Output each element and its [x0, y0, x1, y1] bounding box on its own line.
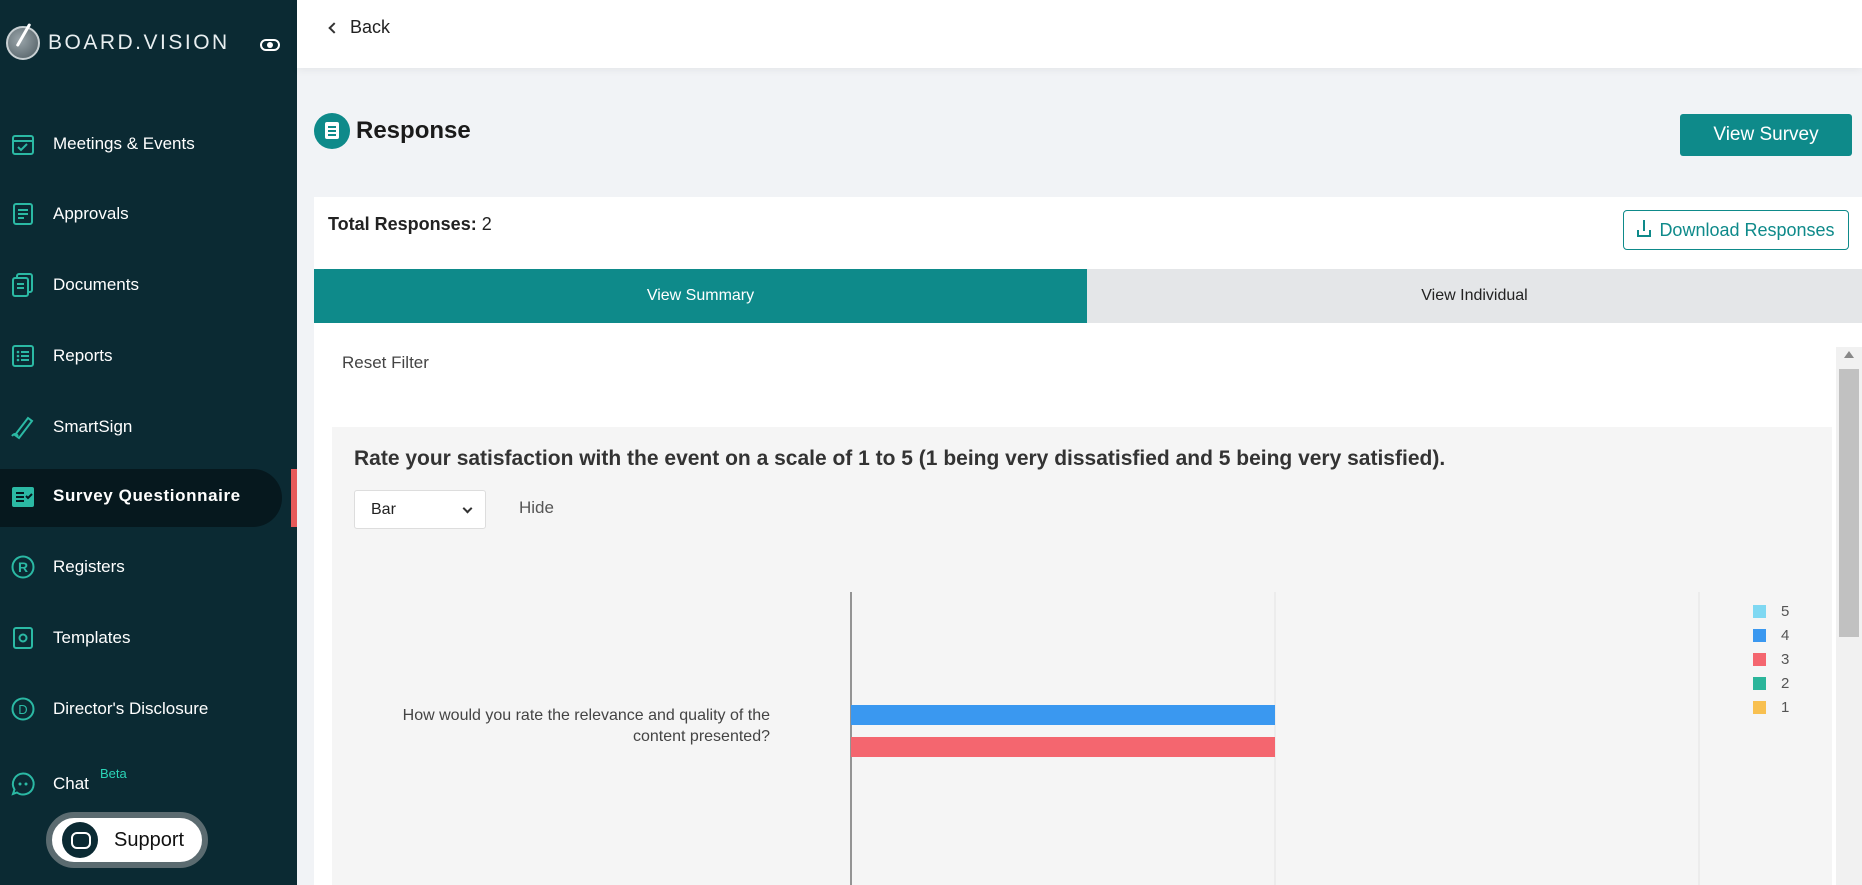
download-responses-button[interactable]: Download Responses	[1623, 210, 1849, 250]
response-card: Total Responses: 2 Download Responses Vi…	[314, 197, 1862, 885]
sidebar-item-directors-disclosure[interactable]: D Director's Disclosure	[0, 681, 297, 737]
view-survey-button[interactable]: View Survey	[1680, 114, 1852, 156]
chat-icon	[11, 772, 35, 796]
sidebar-item-documents[interactable]: Documents	[0, 257, 297, 313]
sidebar-item-registers[interactable]: R Registers	[0, 539, 297, 595]
bar-chart	[850, 592, 1700, 885]
sidebar-item-survey-questionnaire[interactable]: Survey Questionnaire	[0, 467, 297, 527]
legend-item-4[interactable]: 4	[1753, 627, 1789, 644]
question-panel: Rate your satisfaction with the event on…	[332, 427, 1832, 885]
chevron-left-icon	[328, 21, 340, 34]
legend-label: 2	[1781, 675, 1790, 692]
legend-label: 3	[1781, 651, 1790, 668]
support-label: Support	[114, 828, 185, 851]
page-title: Response	[356, 117, 471, 144]
pen-icon	[11, 416, 34, 440]
download-label: Download Responses	[1659, 219, 1835, 240]
support-chat-icon	[62, 822, 98, 858]
legend-swatch	[1753, 677, 1766, 690]
scrollbar[interactable]	[1836, 347, 1862, 885]
total-responses-value: 2	[481, 214, 492, 234]
legend-item-5[interactable]: 5	[1753, 603, 1789, 620]
active-item-marker	[291, 469, 297, 527]
view-tabs: View Summary View Individual	[314, 269, 1862, 323]
legend-label: 5	[1781, 603, 1790, 620]
approvals-icon	[13, 203, 33, 225]
total-responses: Total Responses: 2	[328, 214, 492, 235]
sidebar-item-label: Approvals	[53, 204, 129, 223]
tab-view-summary[interactable]: View Summary	[314, 269, 1087, 323]
sidebar-item-meetings[interactable]: Meetings & Events	[0, 116, 297, 172]
sidebar-item-label: Survey Questionnaire	[53, 486, 241, 505]
legend-item-3[interactable]: 3	[1753, 651, 1789, 668]
sidebar-item-label: Registers	[53, 557, 125, 576]
sidebar-item-label: Chat	[53, 774, 89, 793]
reset-filter-link[interactable]: Reset Filter	[342, 353, 429, 373]
download-icon	[1637, 220, 1652, 237]
legend-label: 1	[1781, 699, 1790, 716]
templates-icon	[13, 627, 33, 649]
legend-label: 4	[1781, 627, 1790, 644]
bar-series-4[interactable]	[851, 705, 1275, 725]
brand[interactable]: BOARD.VISION	[6, 26, 230, 60]
sidebar-item-reports[interactable]: Reports	[0, 328, 297, 384]
response-icon	[314, 113, 350, 149]
sidebar-item-templates[interactable]: Templates	[0, 610, 297, 666]
sidebar-item-label: Reports	[53, 346, 113, 365]
sidebar-item-approvals[interactable]: Approvals	[0, 186, 297, 242]
beta-badge: Beta	[100, 766, 127, 781]
eye-icon[interactable]	[260, 39, 280, 51]
survey-icon	[12, 487, 34, 507]
top-bar: Back	[297, 0, 1862, 68]
sidebar-item-label: Meetings & Events	[53, 134, 195, 153]
sidebar-item-label: SmartSign	[53, 417, 133, 436]
svg-text:D: D	[18, 702, 27, 717]
back-label: Back	[350, 17, 391, 37]
sidebar-item-label: Director's Disclosure	[53, 699, 209, 718]
legend-item-1[interactable]: 1	[1753, 699, 1789, 716]
scrollbar-thumb[interactable]	[1839, 369, 1859, 637]
sidebar: BOARD.VISION Meetings & Events Approvals…	[0, 0, 297, 885]
legend-swatch	[1753, 701, 1766, 714]
tab-view-individual[interactable]: View Individual	[1087, 269, 1862, 323]
legend-swatch	[1753, 653, 1766, 666]
reports-icon	[12, 345, 34, 367]
brand-name: BOARD.VISION	[48, 31, 230, 54]
legend-swatch	[1753, 605, 1766, 618]
sidebar-item-chat[interactable]: Chat Beta	[0, 756, 297, 812]
support-button[interactable]: Support	[46, 812, 208, 868]
back-button[interactable]: Back	[328, 17, 391, 38]
legend-item-2[interactable]: 2	[1753, 675, 1789, 692]
scroll-up-arrow-icon[interactable]	[1844, 351, 1854, 358]
registered-icon: R	[11, 555, 35, 579]
sidebar-item-label: Documents	[53, 275, 139, 294]
disclosure-icon: D	[11, 697, 35, 721]
sidebar-item-label: Templates	[53, 628, 131, 647]
svg-text:R: R	[18, 559, 28, 575]
legend-swatch	[1753, 629, 1766, 642]
documents-icon	[12, 273, 33, 297]
calendar-icon	[12, 135, 34, 155]
brand-logo	[6, 26, 40, 60]
sidebar-item-smartsign[interactable]: SmartSign	[0, 399, 297, 455]
total-responses-label: Total Responses:	[328, 214, 477, 234]
bar-series-3[interactable]	[851, 737, 1275, 757]
